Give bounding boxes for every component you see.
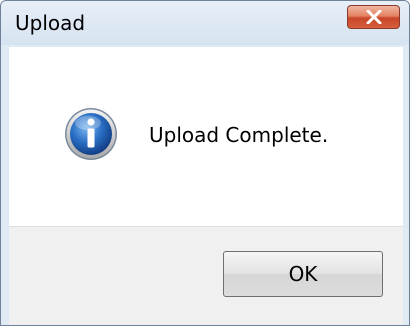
upload-dialog-window: Upload Upload Complete. OK bbox=[0, 0, 410, 326]
message-area: Upload Complete. bbox=[9, 47, 403, 226]
close-x-icon bbox=[366, 10, 382, 24]
close-button[interactable] bbox=[347, 5, 400, 29]
dialog-message: Upload Complete. bbox=[149, 123, 329, 147]
information-icon bbox=[65, 108, 117, 160]
window-title: Upload bbox=[15, 11, 86, 35]
dialog-content: Upload Complete. OK bbox=[9, 47, 403, 325]
title-bar[interactable]: Upload bbox=[1, 1, 409, 45]
ok-button[interactable]: OK bbox=[223, 251, 383, 297]
